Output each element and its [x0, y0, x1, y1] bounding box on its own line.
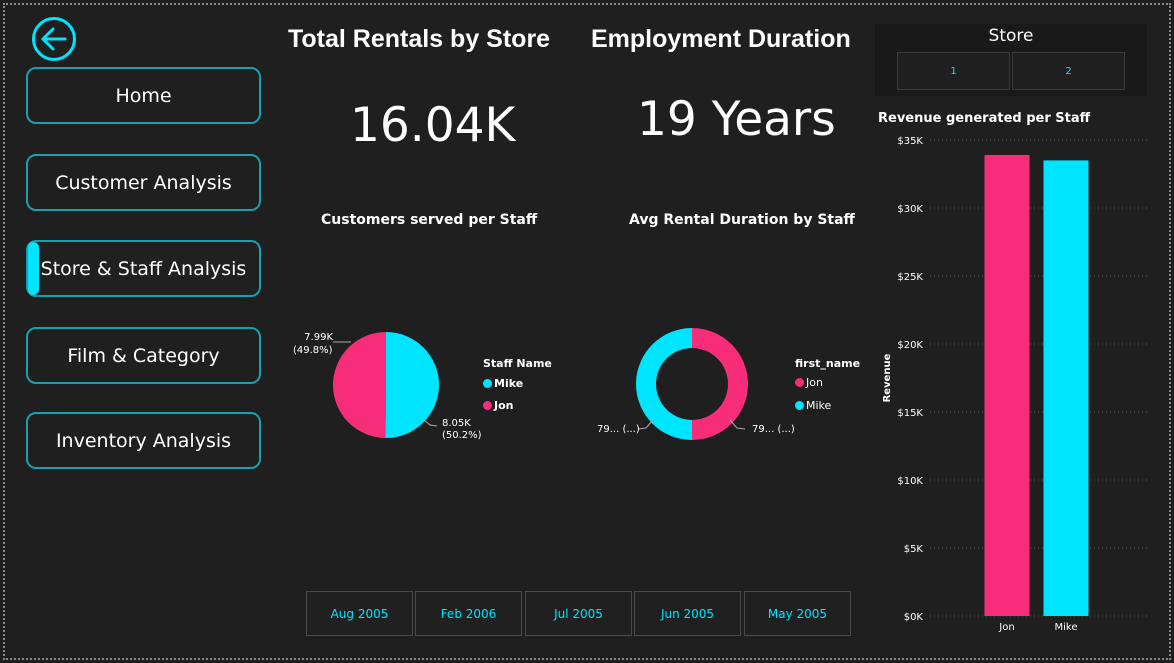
y-tick-label: $35K — [897, 136, 923, 147]
donut-slice-jon — [692, 328, 749, 440]
legend-dot — [483, 379, 492, 388]
nav-label: Home — [115, 84, 172, 107]
date-option-jun-2005[interactable]: Jun 2005 — [634, 591, 741, 636]
date-option-jul-2005[interactable]: Jul 2005 — [525, 591, 632, 636]
date-option-aug-2005[interactable]: Aug 2005 — [306, 591, 413, 636]
y-tick-label: $0K — [904, 612, 924, 623]
x-tick-label: Jon — [998, 622, 1014, 633]
bar-jon[interactable] — [984, 154, 1030, 616]
legend-item-jon[interactable]: Jon — [795, 376, 823, 389]
pie-slice-mike — [385, 332, 440, 438]
revenue-bar-chart: Revenue $0K $5K $10K $15K $20K $25K $30K $35K J… — [882, 136, 1150, 633]
store-slicer: Store 1 2 — [875, 24, 1147, 96]
legend-dot — [483, 401, 492, 410]
chart-title-avg-rental-duration: Avg Rental Duration by Staff — [629, 212, 855, 228]
kpi-value-employment-duration: 19 Years — [637, 92, 836, 147]
leader-line-mike — [423, 419, 438, 427]
date-option-feb-2006[interactable]: Feb 2006 — [415, 591, 522, 636]
legend-item-jon[interactable]: Jon — [483, 399, 513, 412]
x-tick-label: Mike — [1055, 622, 1078, 633]
slicer-title: Store — [988, 26, 1034, 46]
data-label-mike-value: 8.05K — [442, 418, 471, 429]
pie-slice-jon — [333, 332, 386, 438]
legend-item-mike[interactable]: Mike — [483, 377, 523, 390]
nav-label: Customer Analysis — [55, 171, 232, 194]
y-tick-label: $5K — [904, 544, 924, 555]
data-label-jon-pct: (49.8%) — [293, 345, 333, 356]
y-tick-label: $10K — [897, 476, 923, 487]
back-arrow-icon[interactable] — [31, 16, 77, 62]
donut-slice-mike — [635, 328, 692, 440]
nav-label: Store & Staff Analysis — [40, 257, 247, 280]
legend-dot — [795, 401, 804, 410]
y-tick-label: $30K — [897, 204, 923, 215]
data-label-jon-value: 7.99K — [304, 332, 333, 343]
active-indicator — [28, 242, 39, 295]
nav-button-inventory-analysis[interactable]: Inventory Analysis — [26, 412, 261, 469]
data-label-mike: 79... (...) — [597, 424, 640, 435]
kpi-title-total-rentals: Total Rentals by Store — [288, 25, 551, 53]
y-tick-label: $25K — [897, 272, 923, 283]
legend-label: Mike — [494, 377, 524, 390]
bar-mike[interactable] — [1043, 160, 1089, 616]
data-label-jon: 79... (...) — [752, 424, 795, 435]
nav-button-home[interactable]: Home — [26, 67, 261, 124]
date-option-may-2005[interactable]: May 2005 — [744, 591, 851, 636]
y-axis-title: Revenue — [882, 353, 893, 402]
nav-label: Film & Category — [67, 344, 220, 367]
nav-label: Inventory Analysis — [55, 429, 232, 452]
slicer-option-store-2[interactable]: 2 — [1012, 52, 1125, 90]
legend-title-staff-name: Staff Name — [483, 357, 552, 370]
nav-button-customer-analysis[interactable]: Customer Analysis — [26, 154, 261, 211]
nav-button-store-staff-analysis[interactable]: Store & Staff Analysis — [26, 240, 261, 297]
legend-dot — [795, 378, 804, 387]
y-tick-label: $20K — [897, 340, 923, 351]
legend-title-first-name: first_name — [795, 357, 861, 370]
chart-title-customers-served: Customers served per Staff — [321, 212, 538, 228]
nav-button-film-category[interactable]: Film & Category — [26, 327, 261, 384]
legend-label: Mike — [806, 399, 832, 412]
legend-label: Jon — [494, 399, 514, 412]
data-label-mike-pct: (50.2%) — [442, 430, 482, 441]
chart-title-revenue-per-staff: Revenue generated per Staff — [878, 111, 1091, 126]
y-tick-label: $15K — [897, 408, 923, 419]
slicer-option-store-1[interactable]: 1 — [897, 52, 1010, 90]
kpi-value-total-rentals: 16.04K — [350, 98, 516, 153]
legend-item-mike[interactable]: Mike — [795, 399, 831, 412]
legend-label: Jon — [806, 376, 823, 389]
kpi-title-employment-duration: Employment Duration — [591, 25, 851, 53]
